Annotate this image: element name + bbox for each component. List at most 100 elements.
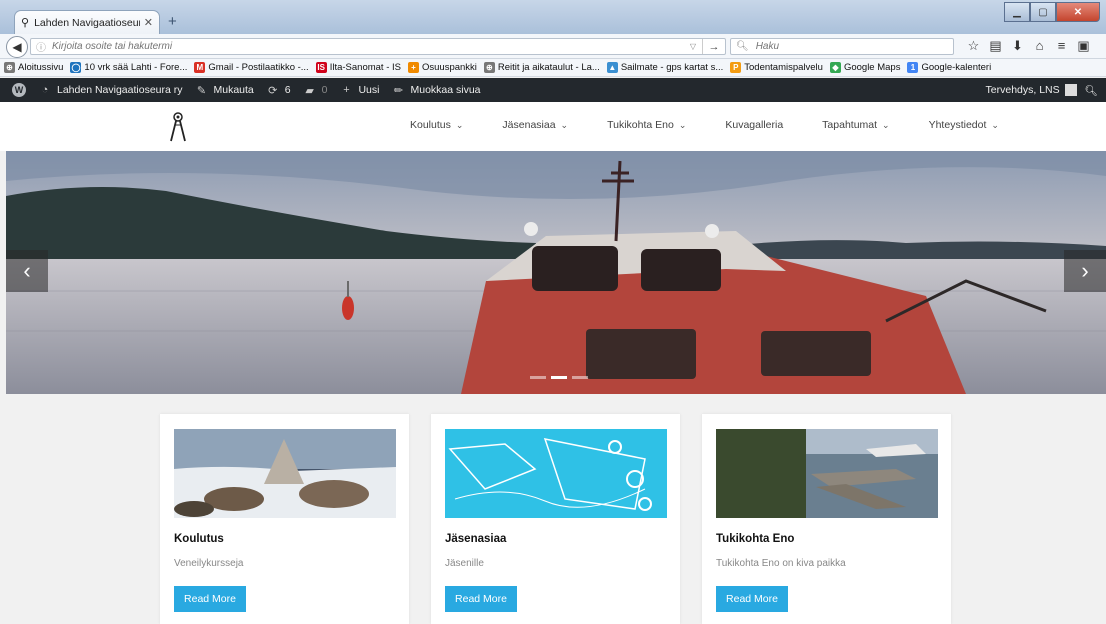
- bookmark-label: Google Maps: [843, 62, 901, 73]
- card-title: Koulutus: [174, 533, 224, 545]
- gmail-icon: M: [194, 62, 206, 73]
- menu-item[interactable]: Yhteystiedot ⌄: [929, 119, 999, 131]
- bookmark-label: Gmail - Postilaatikko -...: [208, 62, 309, 73]
- bookmark-item[interactable]: ◆ Google Maps: [829, 62, 901, 73]
- wp-edit-link[interactable]: ✏ Muokkaa sivua: [391, 83, 481, 97]
- reading-list-icon[interactable]: ▤: [988, 37, 1003, 55]
- window-controls: ▁ ▢ ✕: [1004, 2, 1100, 22]
- bookmark-item[interactable]: P Todentamispalvelu: [730, 62, 823, 73]
- bookmark-item[interactable]: ⊕ Aloitussivu: [4, 62, 63, 73]
- toolbar-icons: ☆ ▤ ⬇ ⌂ ≡ ▣: [966, 37, 1091, 55]
- pocket-icon[interactable]: ▣: [1076, 37, 1091, 55]
- read-more-button[interactable]: Read More: [174, 586, 246, 612]
- bookmark-item[interactable]: IS Ilta-Sanomat - IS: [315, 62, 401, 73]
- menu-item-label: Koulutus: [410, 119, 451, 131]
- go-arrow-icon[interactable]: →: [702, 39, 725, 54]
- browser-titlebar: ⚲ Lahden Navigaatioseura ry ... ✕ + ▁ ▢ …: [0, 0, 1106, 34]
- wp-greeting[interactable]: Tervehdys, LNS: [986, 84, 1060, 96]
- bookmark-item[interactable]: 1 Google-kalenteri: [907, 62, 991, 73]
- avatar[interactable]: [1064, 84, 1077, 96]
- is-icon: IS: [315, 62, 327, 73]
- main-menu: Koulutus ⌄ Jäsenasiaa ⌄ Tukikohta Eno ⌄ Kuvaga…: [410, 119, 1038, 131]
- menu-item-label: Tapahtumat: [822, 119, 878, 131]
- info-icon[interactable]: ⓘ: [36, 39, 46, 54]
- wp-comments-link[interactable]: ▰ 0: [303, 83, 328, 97]
- maximize-icon[interactable]: ▢: [1030, 2, 1056, 22]
- menu-item[interactable]: Tukikohta Eno ⌄: [607, 119, 686, 131]
- tab-close-icon[interactable]: ✕: [144, 16, 153, 29]
- slider-dot[interactable]: [530, 376, 546, 379]
- comment-icon: ▰: [305, 84, 314, 97]
- wp-site-link[interactable]: ◔ Lahden Navigaatioseura ry: [38, 83, 183, 97]
- bookmark-label: 10 vrk sää Lahti - Fore...: [84, 62, 188, 73]
- wp-comments-count: 0: [321, 84, 328, 96]
- url-input[interactable]: [50, 40, 690, 53]
- bookmark-item[interactable]: ◯ 10 vrk sää Lahti - Fore...: [70, 62, 187, 73]
- address-bar[interactable]: ⓘ ▽ →: [30, 38, 726, 55]
- dashboard-icon: ◔: [41, 84, 49, 96]
- slider-dot[interactable]: [572, 376, 588, 379]
- updates-icon: ⟳: [268, 84, 278, 97]
- bookmark-label: Google-kalenteri: [921, 62, 992, 73]
- menu-item[interactable]: Tapahtumat ⌄: [822, 119, 889, 131]
- calendar-icon: 1: [907, 62, 919, 73]
- read-more-button[interactable]: Read More: [716, 586, 788, 612]
- card-subtitle: Jäsenille: [445, 558, 484, 569]
- wp-updates-link[interactable]: ⟳ 6: [266, 83, 290, 97]
- card-koulutus: Koulutus Veneilykursseja Read More: [160, 414, 409, 624]
- p-icon: P: [730, 62, 742, 73]
- chevron-down-icon: ⌄: [455, 119, 464, 130]
- card-subtitle: Veneilykursseja: [174, 558, 244, 569]
- hero-slider: [6, 151, 1106, 394]
- chevron-down-icon: ⌄: [991, 119, 999, 130]
- menu-item-label: Kuvagalleria: [725, 119, 784, 131]
- slider-dot[interactable]: [551, 376, 567, 379]
- menu-icon[interactable]: ≡: [1054, 37, 1069, 55]
- browser-tab[interactable]: ⚲ Lahden Navigaatioseura ry ... ✕: [14, 10, 160, 34]
- slider-prev-button[interactable]: ‹: [6, 250, 48, 292]
- bookmark-item[interactable]: ▲ Sailmate - gps kartat s...: [606, 62, 724, 73]
- download-icon[interactable]: ⬇: [1010, 37, 1025, 55]
- menu-item[interactable]: Koulutus ⌄: [410, 119, 463, 131]
- card-image-tukikohta-eno: [716, 429, 938, 518]
- slider-next-button[interactable]: ›: [1064, 250, 1106, 292]
- hero-boat-image: [6, 151, 1106, 394]
- minimize-icon[interactable]: ▁: [1004, 2, 1030, 22]
- new-tab-button[interactable]: +: [168, 13, 177, 30]
- card-image-koulutus: [174, 429, 396, 518]
- wp-edit-label: Muokkaa sivua: [410, 84, 481, 96]
- site-logo[interactable]: [170, 112, 186, 145]
- home-icon[interactable]: ⌂: [1032, 37, 1047, 55]
- bookmark-item[interactable]: + Osuuspankki: [407, 62, 477, 73]
- search-icon: 🔍︎: [736, 41, 749, 52]
- wp-new-link[interactable]: + Uusi: [339, 83, 379, 97]
- menu-item[interactable]: Kuvagalleria: [725, 119, 783, 131]
- search-bar[interactable]: 🔍︎: [730, 38, 954, 55]
- close-window-icon[interactable]: ✕: [1056, 2, 1100, 22]
- wp-logo-button[interactable]: W: [12, 83, 26, 97]
- wp-new-label: Uusi: [358, 84, 380, 96]
- brush-icon: ✎: [196, 84, 207, 97]
- wp-search-icon[interactable]: 🔍︎: [1085, 84, 1098, 97]
- back-arrow-icon: ◀: [12, 40, 22, 54]
- search-input[interactable]: [753, 40, 953, 53]
- bookmark-label: Sailmate - gps kartat s...: [620, 62, 724, 73]
- back-button[interactable]: ◀: [6, 36, 28, 58]
- chevron-down-icon: ⌄: [560, 119, 569, 130]
- site-header: Koulutus ⌄ Jäsenasiaa ⌄ Tukikohta Eno ⌄ Kuvaga…: [0, 102, 1106, 151]
- bookmark-item[interactable]: M Gmail - Postilaatikko -...: [194, 62, 309, 73]
- history-dropdown-icon[interactable]: ▽: [690, 42, 696, 51]
- wp-customize-link[interactable]: ✎ Mukauta: [195, 83, 254, 97]
- card-jasenasiaa: Jäsenasiaa Jäsenille Read More: [431, 414, 680, 624]
- wp-site-name: Lahden Navigaatioseura ry: [57, 84, 183, 96]
- bookmark-star-icon[interactable]: ☆: [966, 37, 981, 55]
- menu-item-label: Yhteystiedot: [928, 119, 987, 131]
- read-more-button[interactable]: Read More: [445, 586, 517, 612]
- card-subtitle: Tukikohta Eno on kiva paikka: [716, 558, 846, 569]
- menu-item[interactable]: Jäsenasiaa ⌄: [502, 119, 568, 131]
- bookmark-label: Reitit ja aikataulut - La...: [497, 62, 600, 73]
- compass-logo-icon: [170, 112, 186, 142]
- slider-dots: [530, 376, 588, 379]
- bookmark-item[interactable]: ⊕ Reitit ja aikataulut - La...: [483, 62, 600, 73]
- card-title: Jäsenasiaa: [445, 533, 507, 545]
